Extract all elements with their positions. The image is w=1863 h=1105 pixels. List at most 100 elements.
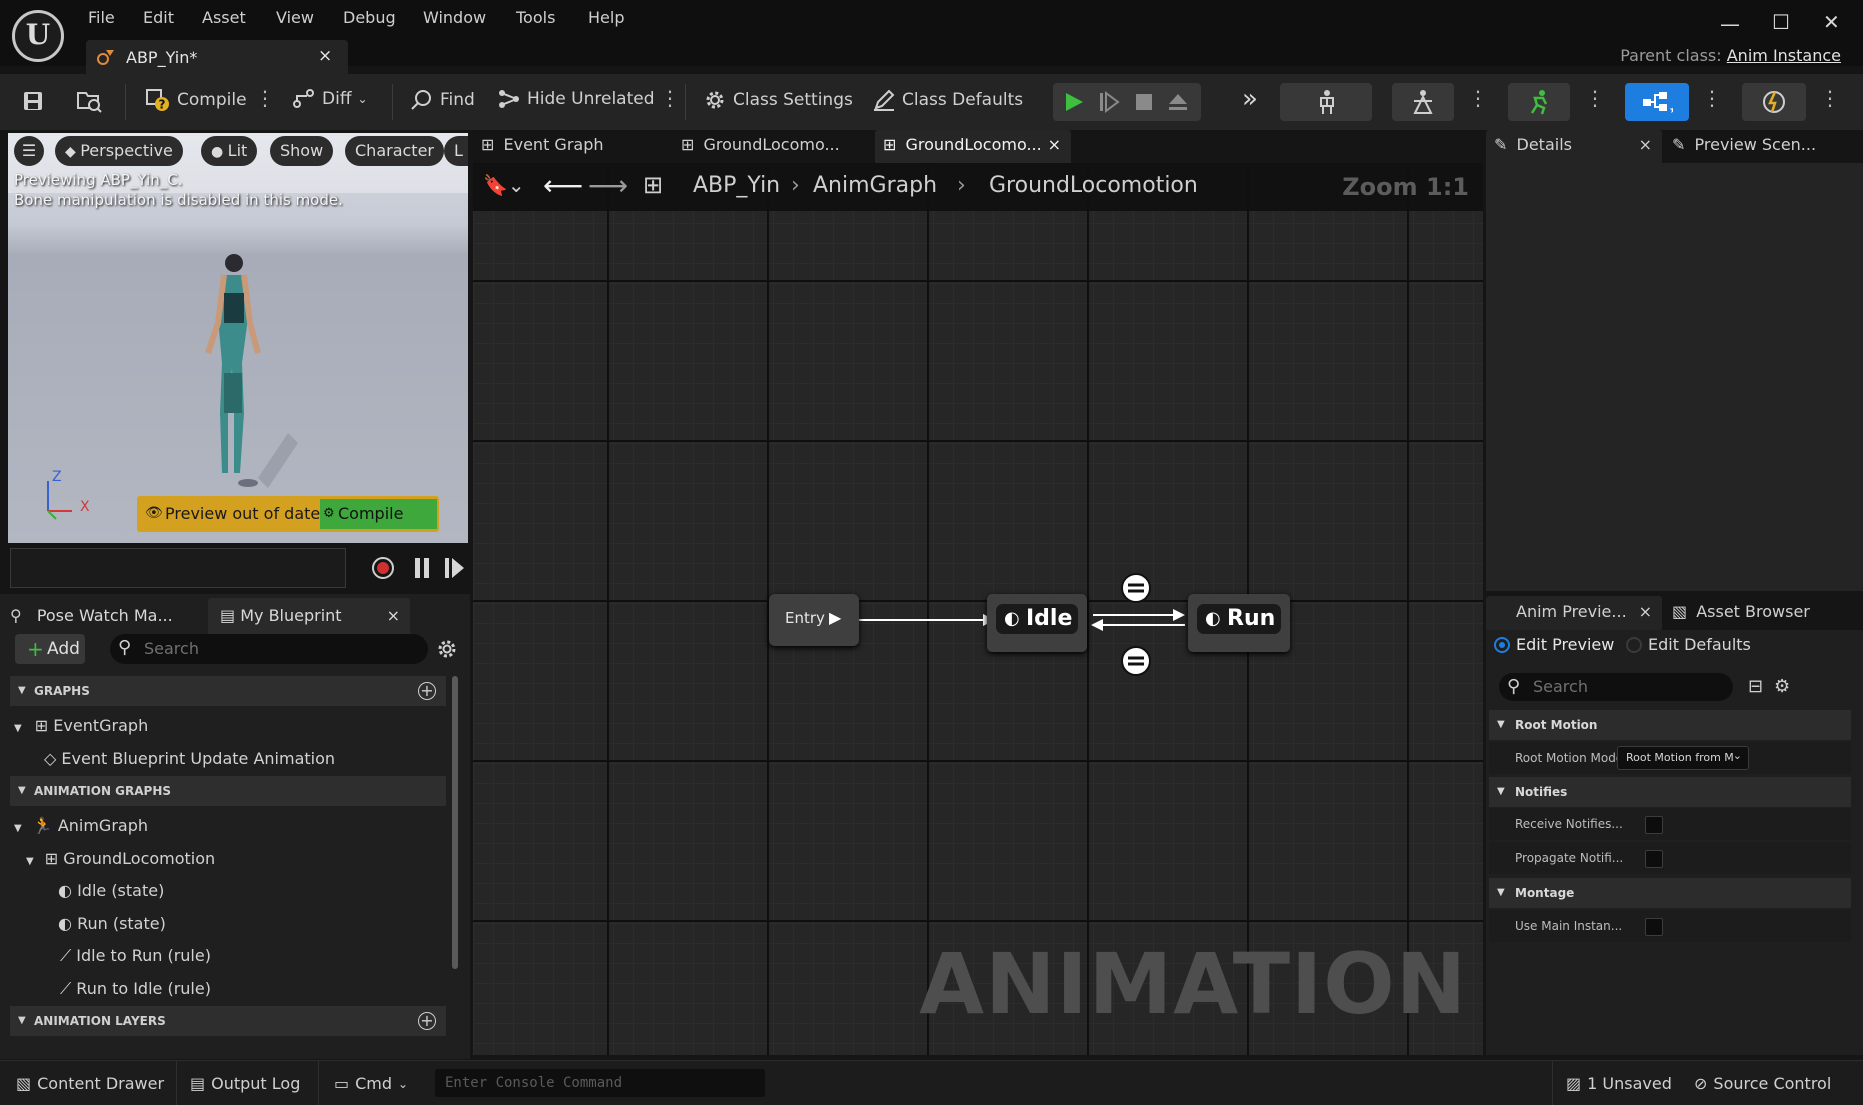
output-log-button[interactable]: ▤ Output Log bbox=[190, 1074, 300, 1093]
unreal-logo[interactable]: U bbox=[12, 10, 64, 62]
step-forward-icon[interactable] bbox=[444, 557, 466, 579]
skeleton-mode-button[interactable] bbox=[1280, 83, 1372, 121]
settings-gear-icon[interactable] bbox=[436, 638, 458, 660]
close-tab-icon[interactable]: × bbox=[318, 46, 332, 66]
tab-details[interactable]: ✎ Details × bbox=[1486, 130, 1662, 163]
close-tab-icon[interactable]: × bbox=[1639, 135, 1652, 154]
menu-help[interactable]: Help bbox=[588, 8, 624, 27]
minimize-icon[interactable]: — bbox=[1720, 12, 1740, 36]
animation-options-icon[interactable]: ⋮ bbox=[1585, 86, 1605, 110]
preview-viewport[interactable]: ☰ ◆ Perspective ● Lit Show Character L P… bbox=[8, 133, 468, 543]
settings-gear-icon[interactable]: ⚙ bbox=[1774, 676, 1790, 697]
show-button[interactable]: Show bbox=[270, 136, 334, 166]
close-tab-icon[interactable]: × bbox=[387, 598, 400, 634]
timeline-scrubber[interactable] bbox=[10, 548, 346, 588]
content-drawer-button[interactable]: ▧ Content Drawer bbox=[16, 1074, 164, 1093]
save-icon[interactable] bbox=[22, 90, 44, 112]
class-defaults-button[interactable]: Class Defaults bbox=[872, 88, 1023, 112]
my-blueprint-search-input[interactable]: ⚲ Search bbox=[110, 634, 428, 664]
menu-debug[interactable]: Debug bbox=[343, 8, 396, 27]
run-state-node[interactable]: ◐ Run bbox=[1188, 594, 1290, 652]
tree-item-idle-state[interactable]: ◐ Idle (state) bbox=[58, 881, 164, 900]
find-button[interactable]: Find bbox=[410, 88, 475, 112]
transition-idle-to-run[interactable] bbox=[1121, 573, 1151, 603]
tab-event-graph[interactable]: ⊞ Event Graph bbox=[481, 135, 604, 154]
receive-notifies-checkbox[interactable] bbox=[1645, 816, 1663, 834]
record-icon[interactable] bbox=[371, 556, 395, 580]
add-graph-icon[interactable]: + bbox=[418, 682, 436, 700]
section-montage[interactable]: ▼ Montage bbox=[1489, 878, 1851, 908]
tab-groundlocomotion-2[interactable]: ⊞ GroundLocomo... × bbox=[875, 130, 1071, 163]
tree-item-animgraph[interactable]: ▼ 🏃 AnimGraph bbox=[14, 816, 148, 835]
asset-tab[interactable]: ABP_Yin* × bbox=[86, 40, 348, 74]
tab-my-blueprint[interactable]: ▤ My Blueprint × bbox=[208, 598, 410, 634]
tab-groundlocomotion-1[interactable]: ⊞ GroundLocomo... bbox=[681, 135, 840, 154]
viewport-menu-icon[interactable]: ☰ bbox=[14, 136, 44, 166]
menu-asset[interactable]: Asset bbox=[202, 8, 246, 27]
scrollbar[interactable] bbox=[452, 676, 458, 969]
physics-mode-button[interactable] bbox=[1742, 83, 1806, 121]
close-window-icon[interactable]: ✕ bbox=[1823, 10, 1840, 34]
tab-pose-watch[interactable]: ⚲ Pose Watch Ma... bbox=[10, 598, 200, 634]
edit-defaults-radio[interactable]: Edit Defaults bbox=[1626, 635, 1751, 654]
parent-class-link[interactable]: Anim Instance bbox=[1727, 46, 1841, 65]
table-view-icon[interactable]: ⊟ bbox=[1748, 676, 1763, 697]
root-motion-mode-select[interactable]: Root Motion from M ⌄ bbox=[1617, 746, 1749, 770]
blueprint-options-icon[interactable]: ⋮ bbox=[1702, 86, 1722, 110]
console-command-input[interactable]: Enter Console Command bbox=[435, 1069, 765, 1097]
close-tab-icon[interactable]: × bbox=[1048, 135, 1061, 154]
tab-anim-preview[interactable]: Anim Previe... × bbox=[1486, 596, 1662, 630]
section-animation-layers[interactable]: ▼ ANIMATION LAYERS bbox=[10, 1006, 446, 1036]
animation-mode-button[interactable] bbox=[1508, 83, 1570, 121]
tab-preview-scene[interactable]: ✎ Preview Scen... bbox=[1672, 135, 1816, 154]
entry-node[interactable]: Entry ▶ bbox=[769, 594, 859, 646]
tree-item-eventgraph[interactable]: ▼ ⊞ EventGraph bbox=[14, 716, 148, 735]
more-options-icon[interactable]: » bbox=[1242, 84, 1258, 114]
mesh-options-icon[interactable]: ⋮ bbox=[1468, 86, 1488, 110]
character-button[interactable]: Character bbox=[345, 136, 444, 166]
state-machine-graph[interactable]: 🔖⌄ ⟵ ⟶ ⊞ ABP_Yin › AnimGraph › GroundLoc… bbox=[473, 163, 1483, 1055]
eject-icon[interactable] bbox=[1167, 91, 1189, 113]
maximize-icon[interactable]: ☐ bbox=[1772, 10, 1790, 34]
propagate-notifies-checkbox[interactable] bbox=[1645, 850, 1663, 868]
section-root-motion[interactable]: ▼ Root Motion bbox=[1489, 710, 1851, 740]
menu-window[interactable]: Window bbox=[423, 8, 486, 27]
menu-file[interactable]: File bbox=[88, 8, 115, 27]
tree-item-groundlocomotion[interactable]: ▼ ⊞ GroundLocomotion bbox=[26, 849, 215, 868]
tree-item-idle-to-run[interactable]: ⟋ Idle to Run (rule) bbox=[60, 946, 211, 966]
pause-icon[interactable] bbox=[412, 557, 432, 579]
section-animation-graphs[interactable]: ▼ ANIMATION GRAPHS bbox=[10, 776, 446, 806]
tree-item-run-state[interactable]: ◐ Run (state) bbox=[58, 914, 166, 933]
mesh-mode-button[interactable] bbox=[1392, 83, 1454, 121]
menu-edit[interactable]: Edit bbox=[143, 8, 174, 27]
perspective-button[interactable]: ◆ Perspective bbox=[55, 136, 183, 166]
idle-state-node[interactable]: ◐ Idle bbox=[987, 594, 1087, 652]
lit-button[interactable]: ● Lit bbox=[201, 136, 258, 166]
compile-button[interactable]: ? Compile bbox=[145, 88, 247, 112]
tab-asset-browser[interactable]: ▧ Asset Browser bbox=[1672, 602, 1810, 621]
menu-tools[interactable]: Tools bbox=[516, 8, 555, 27]
class-settings-button[interactable]: Class Settings bbox=[703, 88, 853, 112]
add-button[interactable]: + Add bbox=[15, 634, 85, 664]
anim-preview-search-input[interactable]: ⚲ Search bbox=[1499, 673, 1733, 701]
compile-options-icon[interactable]: ⋮ bbox=[255, 86, 275, 110]
cmd-dropdown[interactable]: ▭ Cmd ⌄ bbox=[334, 1074, 408, 1093]
edit-preview-radio[interactable]: Edit Preview bbox=[1494, 635, 1614, 654]
step-forward-icon[interactable] bbox=[1098, 91, 1120, 113]
hide-unrelated-button[interactable]: Hide Unrelated bbox=[497, 88, 655, 110]
play-icon[interactable] bbox=[1063, 91, 1085, 113]
source-control-button[interactable]: ⊘ Source Control bbox=[1694, 1074, 1831, 1093]
section-notifies[interactable]: ▼ Notifies bbox=[1489, 777, 1851, 807]
graph-options-icon[interactable]: ⋮ bbox=[660, 86, 680, 110]
diff-button[interactable]: Diff ⌄ bbox=[292, 88, 368, 110]
blueprint-mode-button[interactable]: ★ bbox=[1625, 83, 1689, 121]
tree-item-run-to-idle[interactable]: ⟋ Run to Idle (rule) bbox=[60, 979, 211, 999]
transition-run-to-idle[interactable] bbox=[1121, 646, 1151, 676]
browse-to-asset-icon[interactable] bbox=[76, 88, 104, 114]
menu-view[interactable]: View bbox=[276, 8, 314, 27]
tree-item-event-bp-update[interactable]: ◇ Event Blueprint Update Animation bbox=[44, 749, 335, 768]
close-tab-icon[interactable]: × bbox=[1639, 602, 1652, 621]
stop-icon[interactable] bbox=[1133, 91, 1155, 113]
use-main-instance-checkbox[interactable] bbox=[1645, 918, 1663, 936]
section-graphs[interactable]: ▼ GRAPHS bbox=[10, 676, 446, 706]
